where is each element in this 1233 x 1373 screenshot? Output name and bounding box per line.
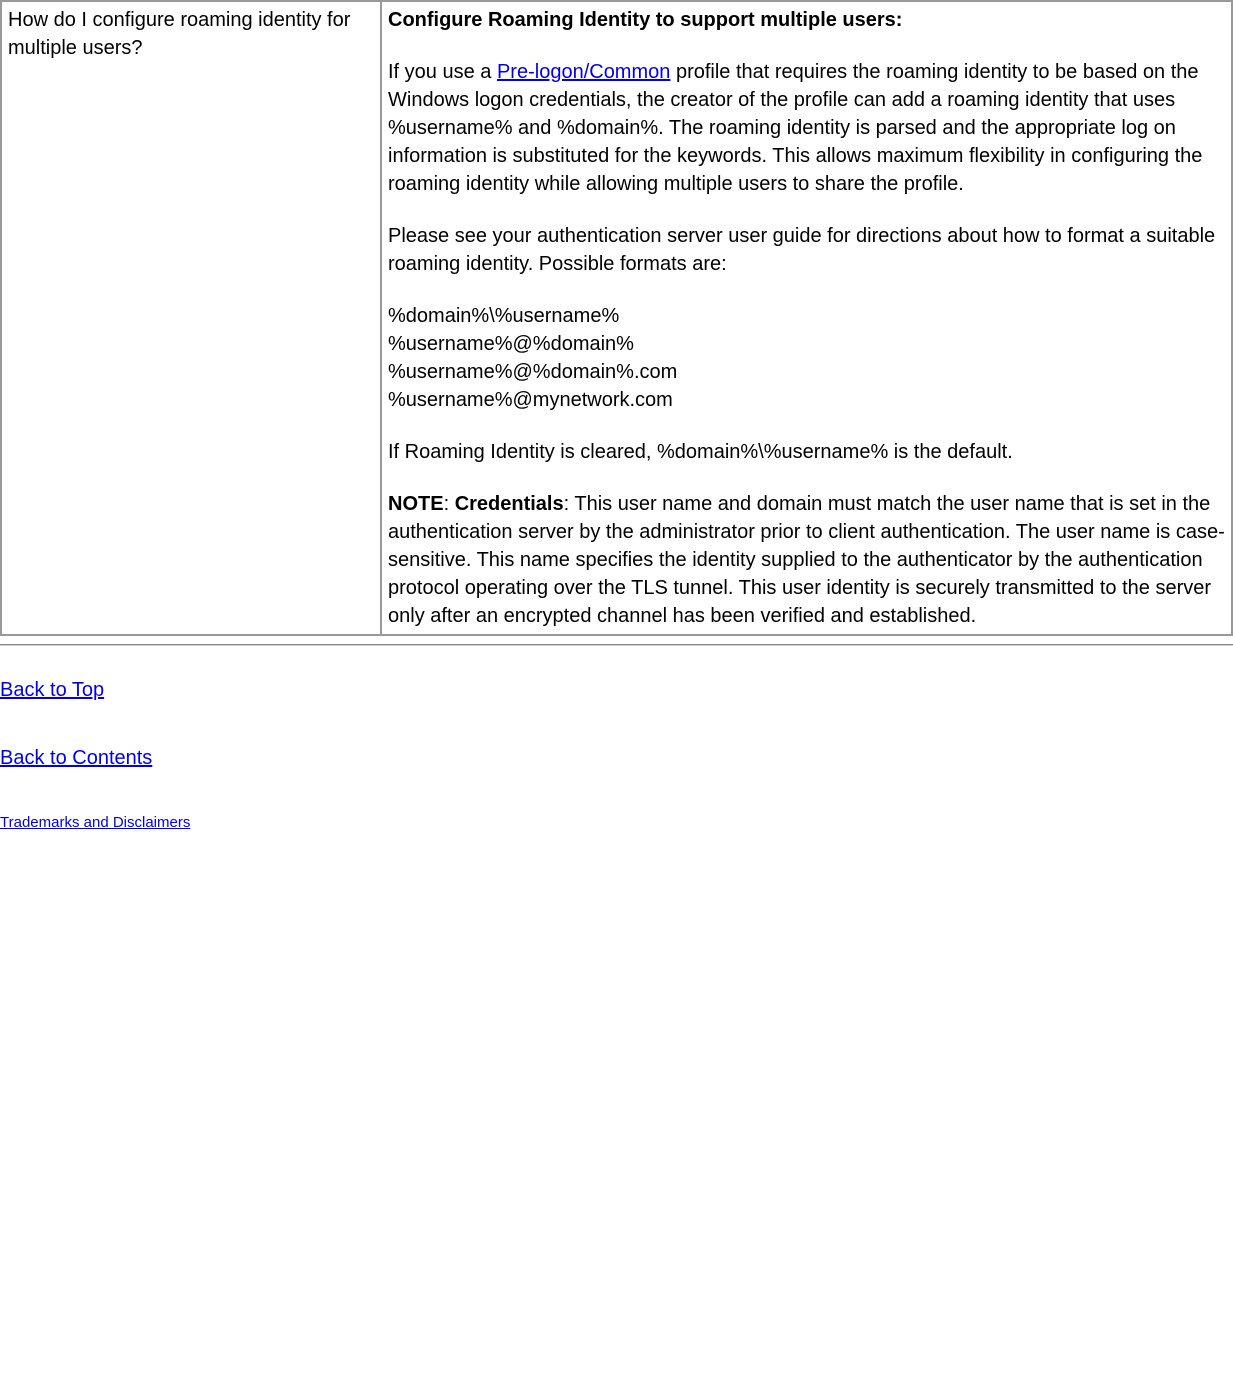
note-colon: : — [444, 493, 455, 515]
table-row: How do I configure roaming identity for … — [1, 1, 1232, 635]
answer-paragraph-3: If Roaming Identity is cleared, %domain%… — [388, 438, 1225, 466]
trademarks-link[interactable]: Trademarks and Disclaimers — [0, 812, 1233, 833]
format-line-4: %username%@mynetwork.com — [388, 386, 1225, 414]
credentials-label: Credentials — [455, 493, 564, 515]
format-list: %domain%\%username% %username%@%domain% … — [388, 302, 1225, 414]
divider — [0, 644, 1233, 646]
answer-cell: Configure Roaming Identity to support mu… — [381, 1, 1232, 635]
back-to-top-link[interactable]: Back to Top — [0, 676, 1233, 704]
paragraph-1-pre-text: If you use a — [388, 61, 497, 83]
question-text: How do I configure roaming identity for … — [8, 9, 350, 59]
back-to-contents-link[interactable]: Back to Contents — [0, 744, 1233, 772]
format-line-2: %username%@%domain% — [388, 330, 1225, 358]
note-label: NOTE — [388, 493, 444, 515]
question-cell: How do I configure roaming identity for … — [1, 1, 381, 635]
content-table: How do I configure roaming identity for … — [0, 0, 1233, 636]
answer-paragraph-1: If you use a Pre-logon/Common profile th… — [388, 58, 1225, 198]
note-paragraph: NOTE: Credentials: This user name and do… — [388, 490, 1225, 630]
answer-paragraph-2: Please see your authentication server us… — [388, 222, 1225, 278]
prelogon-common-link[interactable]: Pre-logon/Common — [497, 61, 670, 83]
format-line-3: %username%@%domain%.com — [388, 358, 1225, 386]
format-line-1: %domain%\%username% — [388, 302, 1225, 330]
answer-heading: Configure Roaming Identity to support mu… — [388, 6, 1225, 34]
footer-links: Back to Top Back to Contents Trademarks … — [0, 654, 1233, 833]
